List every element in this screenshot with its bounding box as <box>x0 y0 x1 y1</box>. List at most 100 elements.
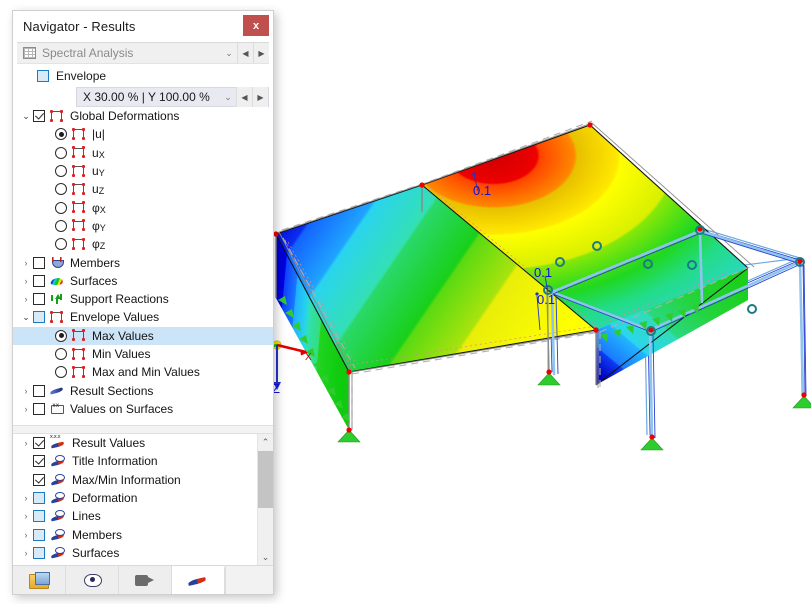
tree-item-result-sections[interactable]: › Result Sections <box>13 381 273 399</box>
envelope-row[interactable]: Envelope <box>13 64 273 87</box>
frame-icon <box>71 347 87 361</box>
tree-item-surfaces[interactable]: › Surfaces <box>13 272 273 290</box>
tree-item-label-subscript: X <box>98 149 105 160</box>
checkbox[interactable] <box>33 510 45 523</box>
display-item-surfaces[interactable]: › Surfaces <box>13 544 257 562</box>
radio-button[interactable] <box>55 183 67 196</box>
radio-button[interactable] <box>55 219 67 232</box>
chevron-right-icon[interactable]: › <box>19 511 33 521</box>
chevron-right-icon[interactable]: › <box>19 404 33 414</box>
tree-item-label: uX <box>92 145 105 160</box>
tree-item-label: uY <box>92 164 105 179</box>
checkbox[interactable] <box>33 293 45 306</box>
analysis-prev-button[interactable]: ◀ <box>237 43 253 63</box>
tree-item-members[interactable]: › Members <box>13 253 273 271</box>
tree-item-global-deformations[interactable]: ⌄ Global Deformations <box>13 107 273 125</box>
chevron-down-icon[interactable]: ⌄ <box>221 48 237 59</box>
checkbox[interactable] <box>33 455 45 468</box>
display-item-lines[interactable]: › Lines <box>13 507 257 525</box>
analysis-selector[interactable]: Spectral Analysis ⌄ ◀ ▶ <box>17 42 269 64</box>
display-item-result-values[interactable]: › Result Values <box>13 434 257 452</box>
tree-item-[interactable]: φX <box>13 198 273 216</box>
tree-item-u[interactable]: uX <box>13 144 273 162</box>
views-navigator-tab[interactable] <box>119 566 172 594</box>
tree-item-values-on-surfaces[interactable]: › Values on Surfaces <box>13 400 273 418</box>
chevron-right-icon[interactable]: › <box>19 386 33 396</box>
chevron-right-icon[interactable]: › <box>19 530 33 540</box>
panel-splitter[interactable] <box>13 425 273 434</box>
navigator-results-panel[interactable]: Navigator - Results x Spectral Analysis … <box>12 10 274 595</box>
tree-item-max-and-min-values[interactable]: Max and Min Values <box>13 363 273 381</box>
checkbox[interactable] <box>33 473 45 486</box>
chevron-right-icon[interactable]: › <box>19 258 33 268</box>
navigator-tabbar[interactable] <box>13 565 273 594</box>
chevron-down-icon[interactable]: ⌄ <box>220 92 236 103</box>
chevron-right-icon[interactable]: › <box>19 438 33 448</box>
checkbox[interactable] <box>33 402 45 415</box>
display-item-deformation[interactable]: › Deformation <box>13 489 257 507</box>
chevron-right-icon[interactable]: › <box>19 276 33 286</box>
chevron-right-icon[interactable]: › <box>19 493 33 503</box>
results-navigator-tab[interactable] <box>172 566 225 594</box>
tree-item-support-reactions[interactable]: › Support Reactions <box>13 290 273 308</box>
close-icon[interactable]: x <box>243 15 269 36</box>
chevron-right-icon[interactable]: › <box>19 548 33 558</box>
checkbox[interactable] <box>33 546 45 559</box>
tree-item-u[interactable]: uY <box>13 162 273 180</box>
analysis-next-button[interactable]: ▶ <box>253 43 269 63</box>
checkbox[interactable] <box>33 110 45 123</box>
chevron-down-icon[interactable]: ⌄ <box>19 312 33 323</box>
radio-button[interactable] <box>55 165 67 178</box>
tree-item-u[interactable]: |u| <box>13 125 273 143</box>
checkbox[interactable] <box>33 384 45 397</box>
checkbox[interactable] <box>33 256 45 269</box>
tree-item-label: Support Reactions <box>70 292 169 307</box>
chevron-down-icon[interactable]: ⌄ <box>19 111 33 122</box>
display-properties-tree[interactable]: › Result Values Title Information Max/Min I… <box>13 434 257 565</box>
result-values-icon <box>49 434 67 450</box>
radio-button[interactable] <box>55 348 67 360</box>
scroll-up-button[interactable]: ⌃ <box>258 434 273 450</box>
radio-button[interactable] <box>55 128 67 141</box>
surfaces-icon <box>49 274 65 288</box>
eye-pupil <box>58 530 61 533</box>
radio-button[interactable] <box>55 238 67 251</box>
checkbox[interactable] <box>33 437 45 450</box>
chevron-right-icon[interactable]: › <box>19 294 33 304</box>
display-navigator-tab[interactable] <box>66 566 119 594</box>
tree-item-envelope-values[interactable]: ⌄ Envelope Values <box>13 308 273 326</box>
display-item-title-information[interactable]: Title Information <box>13 452 257 470</box>
checkbox[interactable] <box>33 311 45 324</box>
checkbox[interactable] <box>33 274 45 287</box>
envelope-checkbox[interactable] <box>37 69 49 82</box>
tree-item-min-values[interactable]: Min Values <box>13 345 273 363</box>
results-tree[interactable]: ⌄ Global Deformations |u| uX uY uZ φX φY φZ › Memb… <box>13 107 273 425</box>
tree-item-label-subscript: Z <box>98 186 105 197</box>
support-reactions-icon <box>49 292 65 306</box>
tree-item-label: φZ <box>92 237 106 252</box>
envelope-value-selector[interactable]: X 30.00 % | Y 100.00 % ⌄ ◀ ▶ <box>76 87 269 107</box>
display-item-members[interactable]: › Members <box>13 525 257 543</box>
project-navigator-tab[interactable] <box>13 566 66 594</box>
tree-item-u[interactable]: uZ <box>13 180 273 198</box>
frame-icon <box>71 219 87 233</box>
checkbox[interactable] <box>33 492 45 505</box>
tree-item-max-values[interactable]: Max Values <box>13 326 273 345</box>
tree-item-[interactable]: φY <box>13 217 273 235</box>
tree-item-label: uZ <box>92 182 105 197</box>
radio-button[interactable] <box>55 146 67 159</box>
envelope-next-button[interactable]: ▶ <box>252 87 268 107</box>
tree-item-[interactable]: φZ <box>13 235 273 253</box>
scrollbar-thumb[interactable] <box>258 451 273 508</box>
radio-button[interactable] <box>55 201 67 214</box>
radio-button[interactable] <box>55 366 67 379</box>
display-item-max-min-information[interactable]: Max/Min Information <box>13 471 257 489</box>
envelope-prev-button[interactable]: ◀ <box>236 87 252 107</box>
display-item-label: Result Values <box>72 436 146 451</box>
frame-icon <box>71 146 87 160</box>
checkbox[interactable] <box>33 528 45 541</box>
radio-button[interactable] <box>55 329 67 342</box>
display-tree-scrollbar[interactable]: ⌃ ⌄ <box>257 434 273 565</box>
scroll-down-button[interactable]: ⌄ <box>258 549 273 565</box>
display-item-label: Surfaces <box>72 545 120 560</box>
